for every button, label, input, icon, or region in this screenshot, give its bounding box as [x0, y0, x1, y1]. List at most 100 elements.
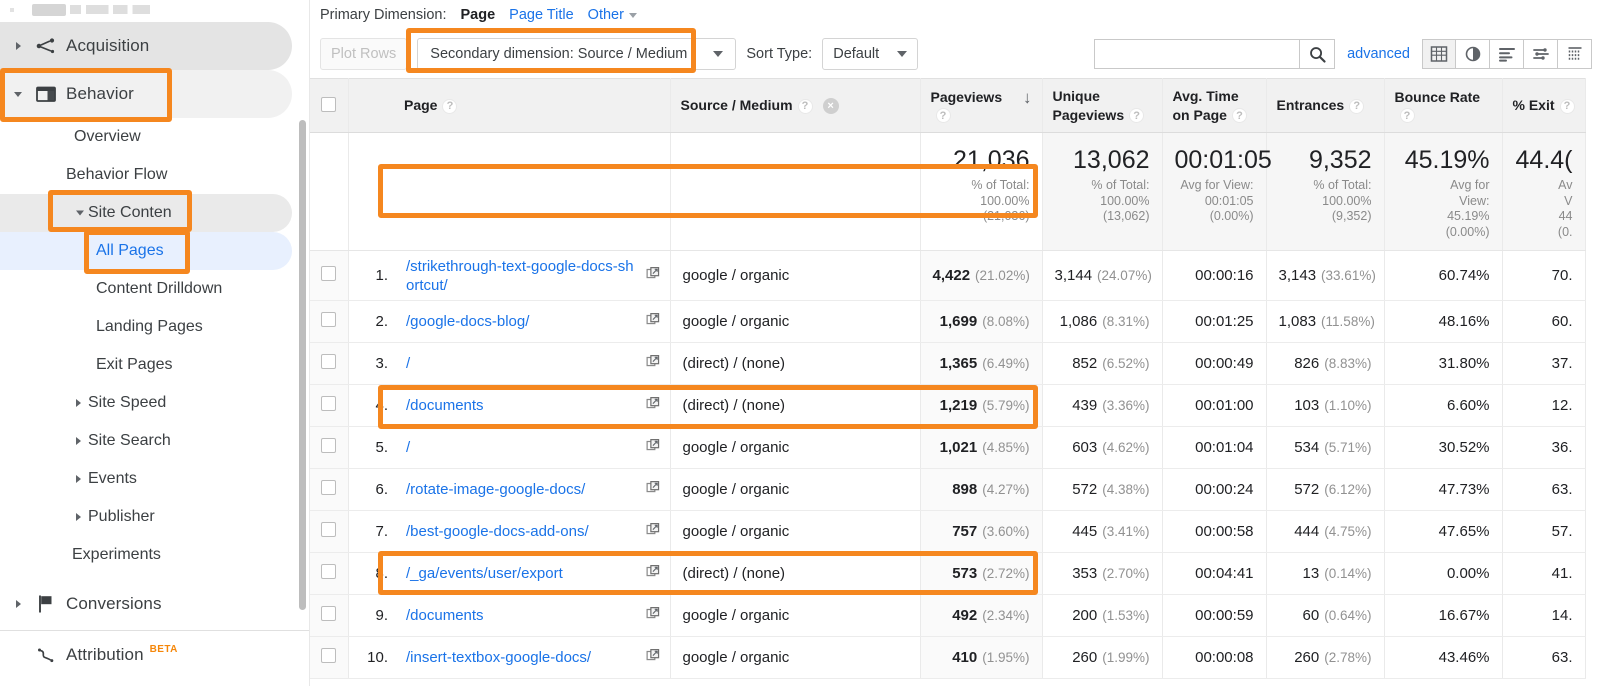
sidebar-item-acquisition[interactable]: Acquisition [0, 22, 292, 70]
row-checkbox[interactable] [321, 648, 336, 663]
row-unique-pageviews: 852(6.52%) [1042, 343, 1162, 385]
source-medium-header[interactable]: Source / Medium?× [670, 79, 920, 133]
help-icon[interactable]: ? [1349, 99, 1364, 114]
open-in-new-icon[interactable] [646, 312, 661, 331]
plot-rows-button[interactable]: Plot Rows [320, 38, 407, 70]
row-checkbox[interactable] [321, 522, 336, 537]
search-input[interactable] [1094, 39, 1299, 69]
pie-chart-view-icon[interactable] [1456, 39, 1490, 69]
row-checkbox[interactable] [321, 564, 336, 579]
sidebar-item-conversions[interactable]: Conversions [0, 580, 292, 628]
table-row[interactable]: 4./documents(direct) / (none)1,219(5.79%… [310, 385, 1585, 427]
help-icon[interactable]: ? [1232, 108, 1247, 123]
table-row[interactable]: 6./rotate-image-google-docs/google / org… [310, 469, 1585, 511]
sidebar-item-all-pages[interactable]: All Pages [0, 232, 292, 270]
open-in-new-icon[interactable] [646, 354, 661, 373]
table-row[interactable]: 8./_ga/events/user/export(direct) / (non… [310, 553, 1585, 595]
remove-secondary-dimension-icon[interactable]: × [823, 98, 839, 114]
page-header[interactable]: Page? [394, 79, 670, 133]
help-icon[interactable]: ? [798, 99, 813, 114]
table-row[interactable]: 5./google / organic1,021(4.85%)603(4.62%… [310, 427, 1585, 469]
page-link[interactable]: /documents [406, 606, 484, 625]
page-link[interactable]: / [406, 354, 410, 373]
help-icon[interactable]: ? [936, 108, 951, 123]
row-source-medium: google / organic [670, 427, 920, 469]
row-checkbox[interactable] [321, 480, 336, 495]
row-pageviews: 1,219(5.79%) [920, 385, 1042, 427]
summary-sub-line: View: [1397, 194, 1490, 210]
table-view-icon[interactable] [1422, 39, 1456, 69]
primary-dimension-other[interactable]: Other [588, 7, 637, 23]
chevron-down-icon [10, 92, 26, 97]
secondary-dimension-dropdown[interactable]: Secondary dimension: Source / Medium [417, 38, 736, 70]
primary-dimension-page[interactable]: Page [461, 7, 496, 23]
row-checkbox[interactable] [321, 354, 336, 369]
open-in-new-icon[interactable] [646, 648, 661, 667]
search-button[interactable] [1299, 39, 1335, 69]
primary-dimension-page-title[interactable]: Page Title [509, 7, 574, 23]
entrances-header[interactable]: Entrances? [1266, 79, 1384, 133]
open-in-new-icon[interactable] [646, 564, 661, 583]
performance-view-icon[interactable] [1490, 39, 1524, 69]
page-link[interactable]: /google-docs-blog/ [406, 312, 529, 331]
row-page-cell: / [394, 427, 670, 469]
page-link[interactable]: /insert-textbox-google-docs/ [406, 648, 591, 667]
row-pageviews: 757(3.60%) [920, 511, 1042, 553]
sidebar-item-attribution[interactable]: Attribution BETA [0, 631, 292, 679]
sort-type-dropdown[interactable]: Default [822, 38, 918, 70]
sidebar-item-experiments[interactable]: Experiments [0, 536, 292, 574]
table-row[interactable]: 9./documentsgoogle / organic492(2.34%)20… [310, 595, 1585, 637]
sidebar-item-content-drilldown[interactable]: Content Drilldown [0, 270, 292, 308]
open-in-new-icon[interactable] [646, 438, 661, 457]
row-exit-percent: 63. [1502, 637, 1585, 679]
sidebar-item-site-speed[interactable]: Site Speed [0, 384, 292, 422]
page-link[interactable]: /best-google-docs-add-ons/ [406, 522, 589, 541]
table-row[interactable]: 2./google-docs-blog/google / organic1,69… [310, 301, 1585, 343]
sidebar-item-publisher[interactable]: Publisher [0, 498, 292, 536]
open-in-new-icon[interactable] [646, 480, 661, 499]
avg-time-on-page-header[interactable]: Avg. Time on Page? [1162, 79, 1266, 133]
table-row[interactable]: 7./best-google-docs-add-ons/google / org… [310, 511, 1585, 553]
open-in-new-icon[interactable] [646, 522, 661, 541]
sidebar-item-landing-pages[interactable]: Landing Pages [0, 308, 292, 346]
help-icon[interactable]: ? [1560, 99, 1575, 114]
page-link[interactable]: /documents [406, 396, 484, 415]
help-icon[interactable]: ? [442, 99, 457, 114]
help-icon[interactable]: ? [1400, 108, 1415, 123]
sidebar-item-site-content[interactable]: Site Conten [0, 194, 292, 232]
pivot-view-icon[interactable] [1558, 39, 1592, 69]
open-in-new-icon[interactable] [646, 396, 661, 415]
sidebar-item-audience-partial[interactable] [0, 0, 309, 22]
sidebar-scrollbar[interactable] [299, 120, 306, 610]
page-link[interactable]: /strikethrough-text-google-docs-shortcut… [406, 257, 638, 295]
page-link[interactable]: /rotate-image-google-docs/ [406, 480, 585, 499]
row-checkbox[interactable] [321, 606, 336, 621]
table-row[interactable]: 3./(direct) / (none)1,365(6.49%)852(6.52… [310, 343, 1585, 385]
sidebar-item-site-search[interactable]: Site Search [0, 422, 292, 460]
help-icon[interactable]: ? [1129, 108, 1144, 123]
row-checkbox[interactable] [321, 438, 336, 453]
row-checkbox[interactable] [321, 266, 336, 281]
open-in-new-icon[interactable] [646, 266, 661, 285]
open-in-new-icon[interactable] [646, 606, 661, 625]
comparison-view-icon[interactable] [1524, 39, 1558, 69]
table-row[interactable]: 1./strikethrough-text-google-docs-shortc… [310, 251, 1585, 301]
pageviews-header[interactable]: ↓ Pageviews? [920, 79, 1042, 133]
select-all-checkbox[interactable] [321, 97, 336, 112]
bounce-rate-header[interactable]: Bounce Rate? [1384, 79, 1502, 133]
sidebar-item-exit-pages[interactable]: Exit Pages [0, 346, 292, 384]
sidebar-item-behavior[interactable]: Behavior [0, 70, 292, 118]
sidebar-item-behavior-flow[interactable]: Behavior Flow [0, 156, 292, 194]
sidebar-item-events[interactable]: Events [0, 460, 292, 498]
row-checkbox[interactable] [321, 312, 336, 327]
table-row[interactable]: 10./insert-textbox-google-docs/google / … [310, 637, 1585, 679]
sidebar-item-overview[interactable]: Overview [0, 118, 292, 156]
row-checkbox[interactable] [321, 396, 336, 411]
advanced-link[interactable]: advanced [1347, 46, 1410, 62]
sidebar-item-label: All Pages [96, 242, 164, 260]
chevron-right-icon [76, 513, 81, 521]
page-link[interactable]: /_ga/events/user/export [406, 564, 563, 583]
unique-pageviews-header[interactable]: Unique Pageviews? [1042, 79, 1162, 133]
page-link[interactable]: / [406, 438, 410, 457]
exit-percent-header[interactable]: % Exit? [1502, 79, 1585, 133]
